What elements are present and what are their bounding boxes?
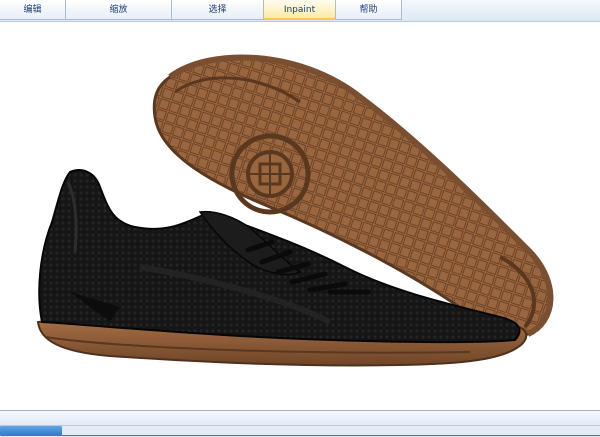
tab-help[interactable]: 帮助 [336, 0, 402, 20]
image-canvas[interactable] [0, 22, 600, 410]
toolbar: 编辑 缩放 选择 Inpaint 帮助 [0, 0, 600, 22]
tab-edit[interactable]: 编辑 [0, 0, 66, 20]
tab-zoom[interactable]: 缩放 [66, 0, 172, 20]
tab-inpaint[interactable]: Inpaint [264, 0, 336, 20]
status-bar [0, 410, 600, 437]
scrollbar-rail [62, 435, 600, 436]
shoe-image [36, 54, 554, 367]
tab-select[interactable]: 选择 [172, 0, 264, 20]
